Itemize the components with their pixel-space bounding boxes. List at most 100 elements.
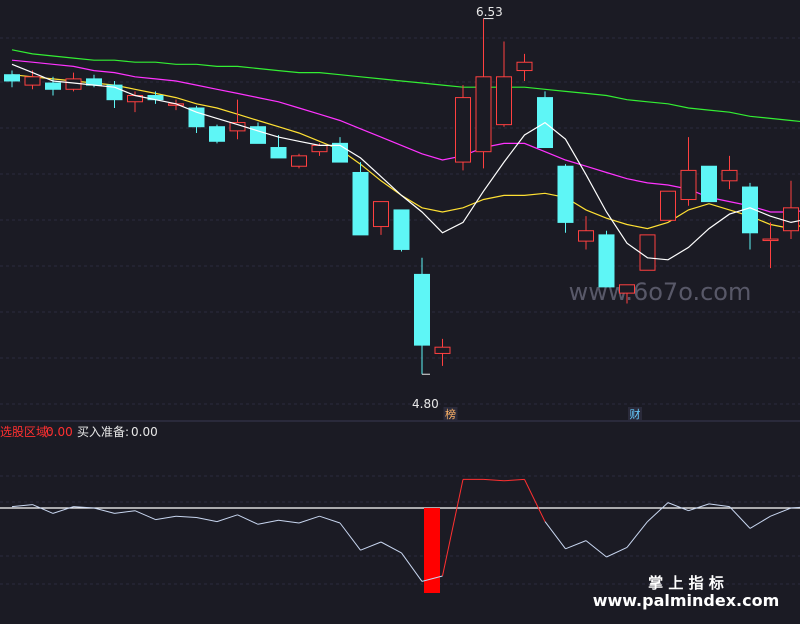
indicator-segment-26: [544, 521, 566, 550]
candle-32: [660, 190, 676, 221]
candle-body: [188, 107, 205, 128]
candle-body: [455, 97, 471, 163]
indicator-segment-8: [175, 515, 197, 518]
indicator-segment-38: [790, 506, 800, 509]
candle-38: [783, 180, 799, 240]
candle-25: [516, 53, 533, 81]
indicator-segment-9: [196, 517, 218, 523]
indicator-segment-0: [11, 504, 33, 508]
candle-body: [578, 230, 594, 242]
legend-selection-zone-label: 选股区域:: [0, 425, 52, 439]
candle-body: [24, 76, 41, 86]
candle-11: [229, 99, 246, 140]
indicator-segment-13: [278, 519, 300, 524]
indicator-segment-34: [708, 503, 730, 508]
candle-36: [742, 182, 758, 250]
candle-28: [578, 216, 594, 250]
stock-chart: www.6o7o.com 榜 财 6.53 4.80 选股区域: 0.00 买入准…: [0, 5, 800, 610]
indicator-segment-5: [114, 510, 136, 514]
indicator-segment-32: [667, 502, 689, 512]
candle-body: [762, 238, 779, 242]
candle-35: [721, 155, 738, 190]
indicator-segment-27: [565, 540, 587, 550]
candle-5: [106, 80, 123, 108]
indicator-segment-11: [237, 514, 259, 525]
candle-body: [291, 155, 307, 167]
candle-27: [557, 164, 574, 233]
candle-body: [475, 76, 492, 153]
candle-body: [332, 142, 348, 163]
candle-body: [619, 284, 635, 294]
indicator-segment-18: [380, 541, 402, 554]
indicator-segment-7: [155, 515, 177, 521]
indicator-segment-1: [32, 504, 54, 514]
candle-24: [496, 41, 512, 127]
candle-body: [516, 61, 533, 72]
candle-6: [127, 91, 143, 113]
candle-body: [557, 165, 574, 223]
indicator-segment-28: [585, 540, 607, 558]
indicator-segment-29: [606, 546, 628, 558]
indicator-segment-37: [770, 507, 792, 517]
legend-selection-zone-value: 0.00: [46, 425, 73, 439]
candle-37: [762, 222, 779, 269]
candle-body: [434, 346, 451, 354]
candle-body: [701, 165, 717, 203]
candle-body: [393, 209, 410, 250]
candle-body: [4, 74, 20, 82]
candle-33: [680, 137, 697, 206]
candle-body: [352, 171, 369, 236]
indicator-segment-16: [339, 522, 361, 551]
candle-body: [209, 126, 225, 142]
indicator-segment-6: [134, 510, 156, 521]
candle-body: [270, 147, 287, 159]
indicator-segment-4: [93, 507, 115, 514]
legend-buy-ready-label: 买入准备:: [77, 425, 129, 439]
candle-31: [639, 234, 656, 271]
candle-18: [373, 201, 389, 235]
candle-body: [414, 273, 430, 346]
candle-body: [783, 207, 799, 232]
candle-17: [352, 162, 369, 236]
candle-body: [660, 190, 676, 221]
indicator-segment-31: [647, 502, 669, 522]
indicator-segment-21: [442, 479, 464, 577]
watermark-text: www.6o7o.com: [569, 278, 752, 306]
indicator-segment-10: [216, 514, 238, 523]
marker-label-0: 榜: [445, 407, 456, 421]
indicator-segment-19: [401, 552, 423, 582]
marker-label-1: 财: [630, 407, 641, 421]
indicator-segment-14: [298, 515, 320, 524]
chart-grid: [0, 37, 800, 585]
candle-20: [414, 257, 430, 375]
candle-body: [721, 169, 738, 182]
candle-body: [311, 144, 328, 153]
candle-1: [24, 70, 41, 90]
low-price-label: 4.80: [412, 397, 439, 411]
candle-0: [4, 70, 20, 88]
candle-16: [332, 137, 348, 163]
candle-19: [393, 209, 410, 252]
candle-10: [209, 124, 225, 144]
indicator-segment-23: [483, 478, 505, 482]
indicator-segment-30: [626, 521, 648, 548]
candle-14: [291, 153, 307, 169]
candle-34: [701, 165, 717, 203]
indicator-segment-36: [749, 515, 771, 529]
candle-21: [434, 338, 451, 366]
candle-7: [147, 91, 164, 104]
watermark-title: 掌 上 指 标: [648, 574, 724, 592]
legend-buy-ready-value: 0.00: [131, 425, 158, 439]
indicator-segment-25: [524, 479, 546, 522]
candle-body: [598, 234, 615, 288]
candle-body: [45, 82, 61, 90]
candle-body: [373, 201, 389, 228]
candle-23: [475, 18, 492, 169]
indicator-segment-17: [360, 541, 382, 551]
candle-body: [639, 234, 656, 271]
watermark-url: www.palmindex.com: [593, 591, 780, 610]
high-price-label: 6.53: [476, 5, 503, 19]
candle-8: [168, 99, 184, 111]
candle-26: [537, 91, 553, 149]
ma60-line: [11, 49, 800, 123]
